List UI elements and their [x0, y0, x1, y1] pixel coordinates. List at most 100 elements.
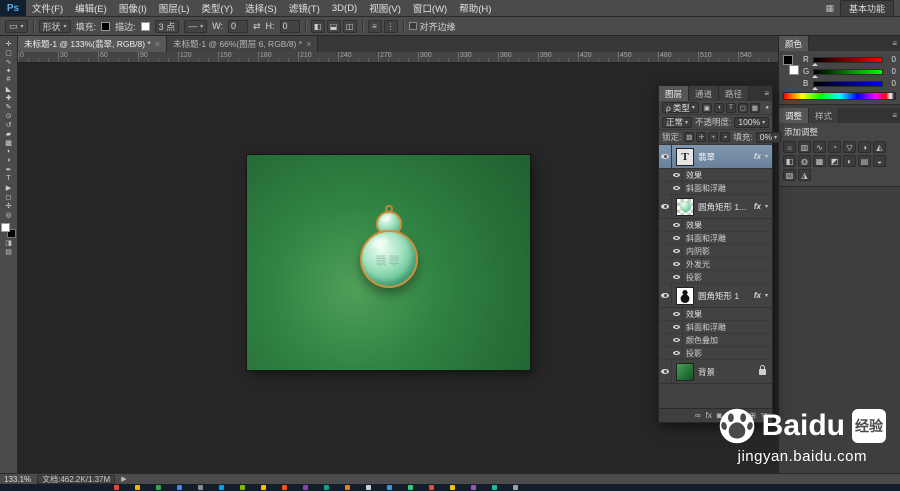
- stroke-swatch[interactable]: [140, 21, 150, 31]
- effect-visibility-toggle[interactable]: [671, 347, 683, 359]
- dodge-tool[interactable]: ◑: [1, 156, 17, 165]
- taskbar-app-icon[interactable]: [240, 485, 245, 490]
- screen-mode-button[interactable]: ▤: [1, 247, 17, 256]
- taskbar-app-icon[interactable]: [261, 485, 266, 490]
- taskbar-app-icon[interactable]: [219, 485, 224, 490]
- path-selection-tool[interactable]: ▶: [1, 183, 17, 192]
- taskbar-app-icon[interactable]: [429, 485, 434, 490]
- effect-visibility-toggle[interactable]: [671, 245, 683, 257]
- arrange-icon[interactable]: ⋮: [383, 19, 398, 33]
- brush-tool[interactable]: ✎: [1, 102, 17, 111]
- menu-item[interactable]: 滤镜(T): [283, 0, 326, 16]
- effect-row[interactable]: 投影: [659, 271, 772, 284]
- blur-tool[interactable]: ◗: [1, 147, 17, 156]
- tab-close-icon[interactable]: ×: [155, 39, 160, 49]
- exposure-icon[interactable]: ◔: [828, 141, 841, 153]
- menu-item[interactable]: 图层(L): [153, 0, 196, 16]
- filter-kind-icon[interactable]: ▢: [737, 102, 748, 113]
- gradient-map-icon[interactable]: ▧: [783, 169, 796, 181]
- channel-slider[interactable]: [812, 56, 883, 66]
- taskbar-app-icon[interactable]: [324, 485, 329, 490]
- effect-row[interactable]: 斜面和浮雕: [659, 232, 772, 245]
- crop-tool[interactable]: #: [1, 75, 17, 84]
- curves-icon[interactable]: ∿: [813, 141, 826, 153]
- filter-kind-icon[interactable]: ▦: [749, 102, 760, 113]
- tab-close-icon[interactable]: ×: [306, 39, 311, 49]
- hue-saturation-icon[interactable]: ◑: [858, 141, 871, 153]
- layer-row[interactable]: 背景: [659, 360, 772, 384]
- effect-row[interactable]: 外发光: [659, 258, 772, 271]
- lock-option-icon[interactable]: ▪: [720, 132, 731, 142]
- fx-collapse-icon[interactable]: ▾: [765, 153, 769, 160]
- shape-tool[interactable]: ◻: [1, 192, 17, 201]
- lock-option-icon[interactable]: ✛: [696, 132, 707, 142]
- horizontal-ruler[interactable]: 0 30 60 90 120 150 180 210 240 270 300 330 360 390 420…: [18, 52, 778, 63]
- taskbar-app-icon[interactable]: [114, 485, 119, 490]
- panel-menu-icon[interactable]: ≡: [889, 108, 900, 123]
- effect-visibility-toggle[interactable]: [671, 169, 683, 181]
- effect-row[interactable]: 斜面和浮雕: [659, 182, 772, 195]
- stroke-width-field[interactable]: 3 点: [154, 19, 180, 33]
- threshold-icon[interactable]: ◒: [873, 155, 886, 167]
- effect-visibility-toggle[interactable]: [671, 258, 683, 270]
- document-tab[interactable]: 未标题-1 @ 133%(翡翠, RGB/8) * ×: [18, 36, 167, 52]
- effect-visibility-toggle[interactable]: [671, 271, 683, 283]
- blend-mode-dropdown[interactable]: 正常 ▾: [662, 116, 693, 128]
- layer-row[interactable]: 圆角矩形 1... fx ▾: [659, 195, 772, 219]
- windows-taskbar[interactable]: [0, 484, 900, 491]
- menu-item[interactable]: 视图(V): [363, 0, 407, 16]
- color-balance-icon[interactable]: ◭: [873, 141, 886, 153]
- effect-visibility-toggle[interactable]: [671, 219, 683, 231]
- move-tool[interactable]: ✛: [1, 39, 17, 48]
- effect-row[interactable]: 投影: [659, 347, 772, 360]
- effect-visibility-toggle[interactable]: [671, 232, 683, 244]
- panel-menu-icon[interactable]: ≡: [889, 36, 900, 51]
- quick-mask-button[interactable]: ◨: [1, 238, 17, 247]
- status-options-arrow[interactable]: ▶: [121, 475, 126, 483]
- taskbar-app-icon[interactable]: [366, 485, 371, 490]
- color-lookup-icon[interactable]: ◩: [828, 155, 841, 167]
- path-operation-icon[interactable]: ◫: [342, 19, 357, 33]
- channel-slider[interactable]: [812, 68, 883, 78]
- visibility-toggle[interactable]: [659, 195, 672, 218]
- background-color-swatch[interactable]: [789, 65, 799, 75]
- eyedropper-tool[interactable]: ◣: [1, 84, 17, 93]
- pen-tool[interactable]: ✒: [1, 165, 17, 174]
- link-dimensions-icon[interactable]: ⇄: [253, 21, 261, 32]
- color-swatches[interactable]: [1, 223, 16, 238]
- height-input[interactable]: [279, 19, 300, 33]
- taskbar-app-icon[interactable]: [135, 485, 140, 490]
- tab-layers[interactable]: 图层: [659, 86, 690, 101]
- filter-kind-icon[interactable]: ◑: [713, 102, 724, 113]
- history-brush-tool[interactable]: ↺: [1, 120, 17, 129]
- fill-swatch[interactable]: [101, 21, 111, 31]
- menu-item[interactable]: 图像(I): [113, 0, 153, 16]
- layer-filter-kind-dropdown[interactable]: ρ 类型 ▾: [662, 102, 699, 113]
- levels-icon[interactable]: ▥: [798, 141, 811, 153]
- lock-option-icon[interactable]: ▨: [684, 132, 695, 142]
- tool-mode-dropdown[interactable]: 形状 ▾: [38, 19, 71, 33]
- fx-collapse-icon[interactable]: ▾: [765, 203, 769, 210]
- taskbar-app-icon[interactable]: [513, 485, 518, 490]
- vibrance-icon[interactable]: ▽: [843, 141, 856, 153]
- taskbar-app-icon[interactable]: [408, 485, 413, 490]
- invert-icon[interactable]: ◐: [843, 155, 856, 167]
- healing-brush-tool[interactable]: ✚: [1, 93, 17, 102]
- type-tool[interactable]: T: [1, 174, 17, 183]
- black-white-icon[interactable]: ◧: [783, 155, 796, 167]
- tab-adjustments[interactable]: 调整: [779, 108, 810, 123]
- effects-header-row[interactable]: 效果: [659, 308, 772, 321]
- fx-collapse-icon[interactable]: ▾: [765, 292, 769, 299]
- visibility-toggle[interactable]: [659, 360, 672, 383]
- foreground-color-swatch[interactable]: [783, 55, 793, 65]
- selective-color-icon[interactable]: ◮: [798, 169, 811, 181]
- marquee-tool[interactable]: ▢: [1, 48, 17, 57]
- taskbar-app-icon[interactable]: [177, 485, 182, 490]
- eraser-tool[interactable]: ▰: [1, 129, 17, 138]
- taskbar-app-icon[interactable]: [471, 485, 476, 490]
- panel-menu-icon[interactable]: ≡: [761, 86, 772, 101]
- quick-selection-tool[interactable]: ✦: [1, 66, 17, 75]
- align-edges-checkbox[interactable]: [408, 22, 417, 30]
- visibility-toggle[interactable]: [659, 284, 672, 307]
- channel-mixer-icon[interactable]: ▦: [813, 155, 826, 167]
